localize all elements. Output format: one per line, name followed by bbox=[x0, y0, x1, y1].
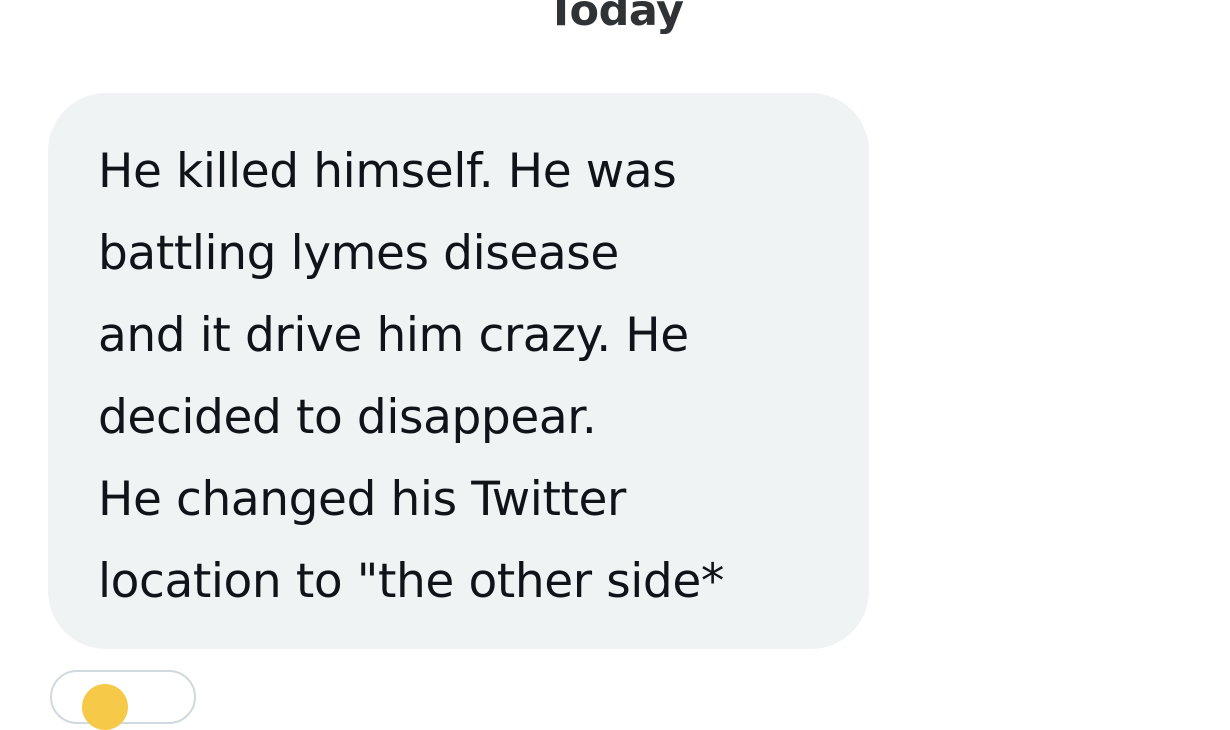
message-text: He killed himself. He was battling lymes… bbox=[98, 144, 724, 609]
message-bubble[interactable]: He killed himself. He was battling lymes… bbox=[48, 93, 869, 649]
reaction-button[interactable] bbox=[50, 670, 196, 730]
date-divider: Today bbox=[546, 0, 684, 36]
